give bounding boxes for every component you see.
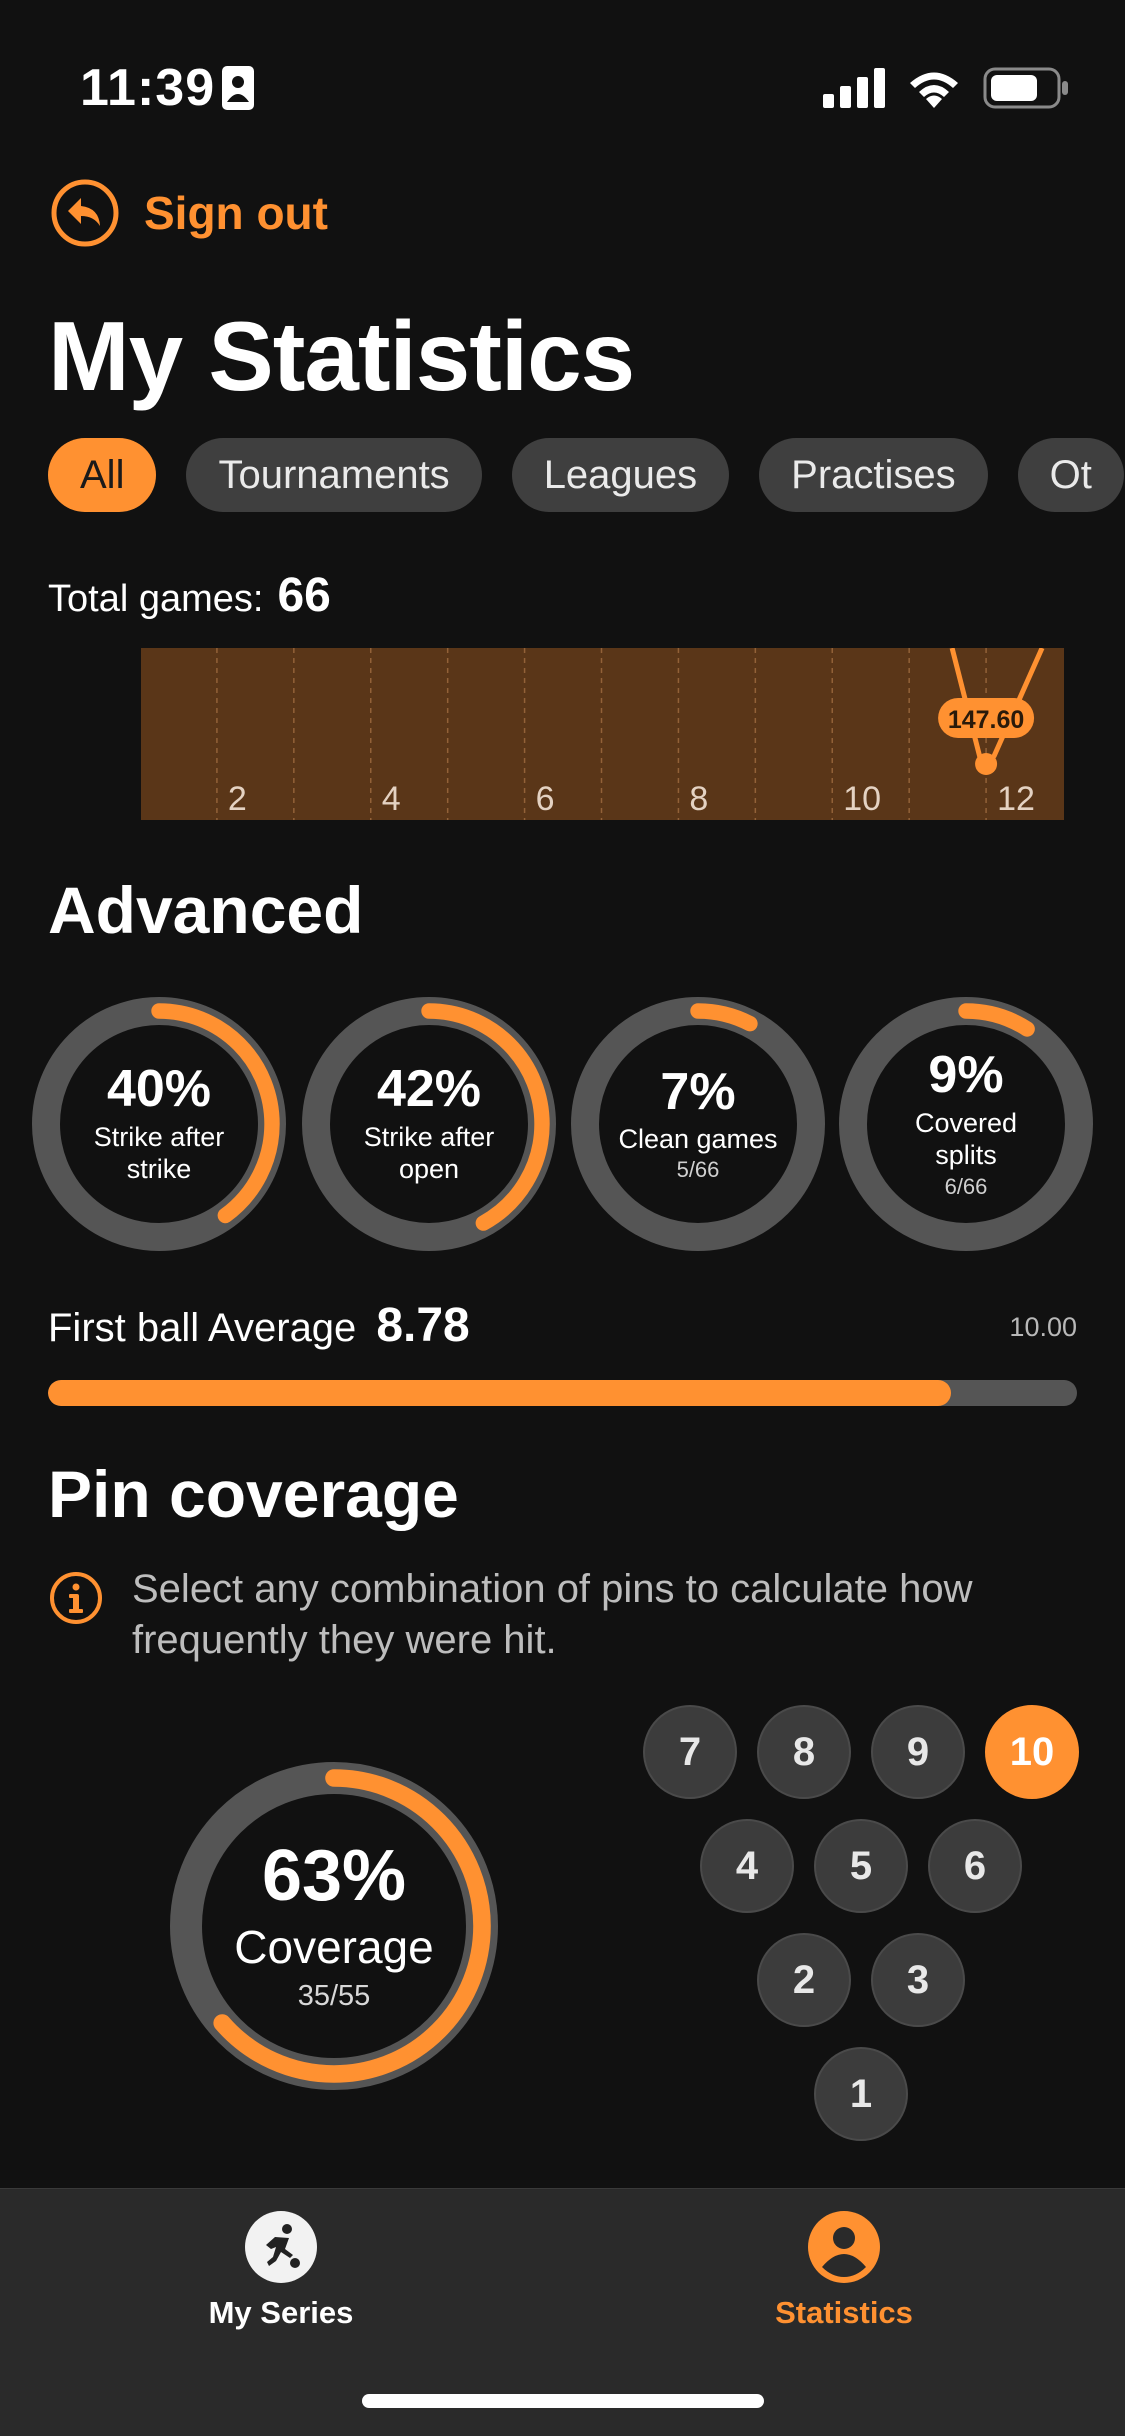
battery-icon bbox=[983, 67, 1068, 109]
pin-6[interactable]: 6 bbox=[928, 1819, 1022, 1913]
first-ball-progress-fill bbox=[48, 1380, 952, 1406]
home-indicator bbox=[362, 2394, 764, 2408]
ring-label: Strike after open bbox=[363, 1121, 495, 1185]
pin-8[interactable]: 8 bbox=[757, 1705, 851, 1799]
signal-icon bbox=[823, 68, 885, 108]
ring-percent: 40% bbox=[106, 1060, 212, 1119]
filter-chip-practises[interactable]: Practises bbox=[759, 438, 988, 512]
total-games-label: Total games: bbox=[48, 578, 264, 620]
chart-point-highlight bbox=[975, 753, 998, 775]
ring-strike-after-open[interactable]: 42% Strike after open bbox=[301, 996, 557, 1252]
chart-x-tick: 6 bbox=[536, 780, 555, 818]
info-text: Select any combination of pins to calcul… bbox=[132, 1567, 973, 1663]
pin-coverage-title: Pin coverage bbox=[48, 1457, 459, 1531]
pin-9[interactable]: 9 bbox=[871, 1705, 965, 1799]
pin-5[interactable]: 5 bbox=[814, 1819, 908, 1913]
ring-percent: 7% bbox=[660, 1062, 736, 1121]
chart-x-tick: 4 bbox=[382, 780, 401, 818]
ring-label: Clean games bbox=[618, 1124, 778, 1155]
coverage-ring: 63% Coverage 35/55 bbox=[168, 1760, 500, 2092]
chart-x-tick: 2 bbox=[228, 780, 247, 818]
ring-label: Strike after strike bbox=[93, 1121, 225, 1185]
pin-4[interactable]: 4 bbox=[700, 1819, 794, 1913]
pin-1[interactable]: 1 bbox=[814, 2047, 908, 2141]
tab-statistics[interactable]: Statistics bbox=[694, 2211, 994, 2331]
pin-7[interactable]: 7 bbox=[643, 1705, 737, 1799]
ring-covered-splits[interactable]: 9% Covered splits 6/66 bbox=[838, 996, 1094, 1252]
wifi-icon bbox=[910, 72, 958, 108]
status-time: 11:39 bbox=[80, 59, 216, 117]
chart-x-tick: 8 bbox=[689, 780, 708, 818]
coverage-sub: 35/55 bbox=[297, 1979, 371, 2012]
first-ball-label: First ball Average bbox=[48, 1306, 357, 1350]
ring-sub: 5/66 bbox=[676, 1157, 720, 1183]
chart-x-tick: 10 bbox=[843, 780, 881, 818]
filter-chip-leagues[interactable]: Leagues bbox=[511, 438, 730, 512]
person-icon bbox=[808, 2211, 880, 2283]
filter-chips: All Tournaments Leagues Practises Ot bbox=[48, 438, 1125, 512]
filter-chip-tournaments[interactable]: Tournaments bbox=[186, 438, 482, 512]
ring-strike-after-strike[interactable]: 40% Strike after strike bbox=[31, 996, 287, 1252]
first-ball-average: First ball Average 8.78 bbox=[48, 1298, 470, 1353]
chart-x-tick: 12 bbox=[997, 780, 1035, 818]
ring-clean-games[interactable]: 7% Clean games 5/66 bbox=[570, 996, 826, 1252]
pin-coverage-info: Select any combination of pins to calcul… bbox=[48, 1564, 1088, 1666]
bowler-icon bbox=[245, 2211, 317, 2283]
advanced-title: Advanced bbox=[48, 873, 364, 947]
first-ball-progress bbox=[48, 1380, 1077, 1406]
status-bar: 11:39 bbox=[0, 0, 1125, 150]
coverage-percent: 63% bbox=[261, 1835, 407, 1916]
ring-label: Covered splits bbox=[914, 1107, 1018, 1171]
tab-my-series-label: My Series bbox=[208, 2295, 354, 2330]
tab-my-series[interactable]: My Series bbox=[131, 2211, 431, 2331]
ring-sub: 6/66 bbox=[944, 1173, 988, 1199]
sign-out-button[interactable]: Sign out bbox=[50, 178, 328, 248]
id-card-icon bbox=[222, 66, 254, 110]
chart-plot-area bbox=[141, 648, 1064, 820]
page-title: My Statistics bbox=[48, 301, 635, 411]
score-chart[interactable]: 2 4 6 8 10 12 147.60 bbox=[0, 646, 1125, 820]
pin-10[interactable]: 10 bbox=[985, 1705, 1079, 1799]
chart-highlight-label: 147.60 bbox=[948, 706, 1024, 734]
advanced-rings: 40% Strike after strike 42% Strike after… bbox=[0, 996, 1125, 1256]
tab-statistics-label: Statistics bbox=[775, 2295, 913, 2330]
coverage-label: Coverage bbox=[234, 1920, 434, 1973]
first-ball-max: 10.00 bbox=[1009, 1312, 1077, 1342]
ring-percent: 9% bbox=[928, 1046, 1004, 1105]
filter-chip-other[interactable]: Ot bbox=[1017, 438, 1124, 512]
score-chart-svg: 2 4 6 8 10 12 147.60 bbox=[141, 646, 1064, 820]
first-ball-value: 8.78 bbox=[376, 1299, 470, 1352]
filter-chip-all[interactable]: All bbox=[48, 438, 157, 512]
pin-3[interactable]: 3 bbox=[871, 1933, 965, 2027]
total-games-value: 66 bbox=[277, 569, 331, 622]
pin-2[interactable]: 2 bbox=[757, 1933, 851, 2027]
total-games: Total games: 66 bbox=[48, 568, 331, 623]
info-icon bbox=[50, 1572, 102, 1624]
ring-percent: 42% bbox=[376, 1060, 482, 1119]
sign-out-label: Sign out bbox=[144, 187, 328, 239]
back-arrow-icon bbox=[51, 179, 119, 247]
